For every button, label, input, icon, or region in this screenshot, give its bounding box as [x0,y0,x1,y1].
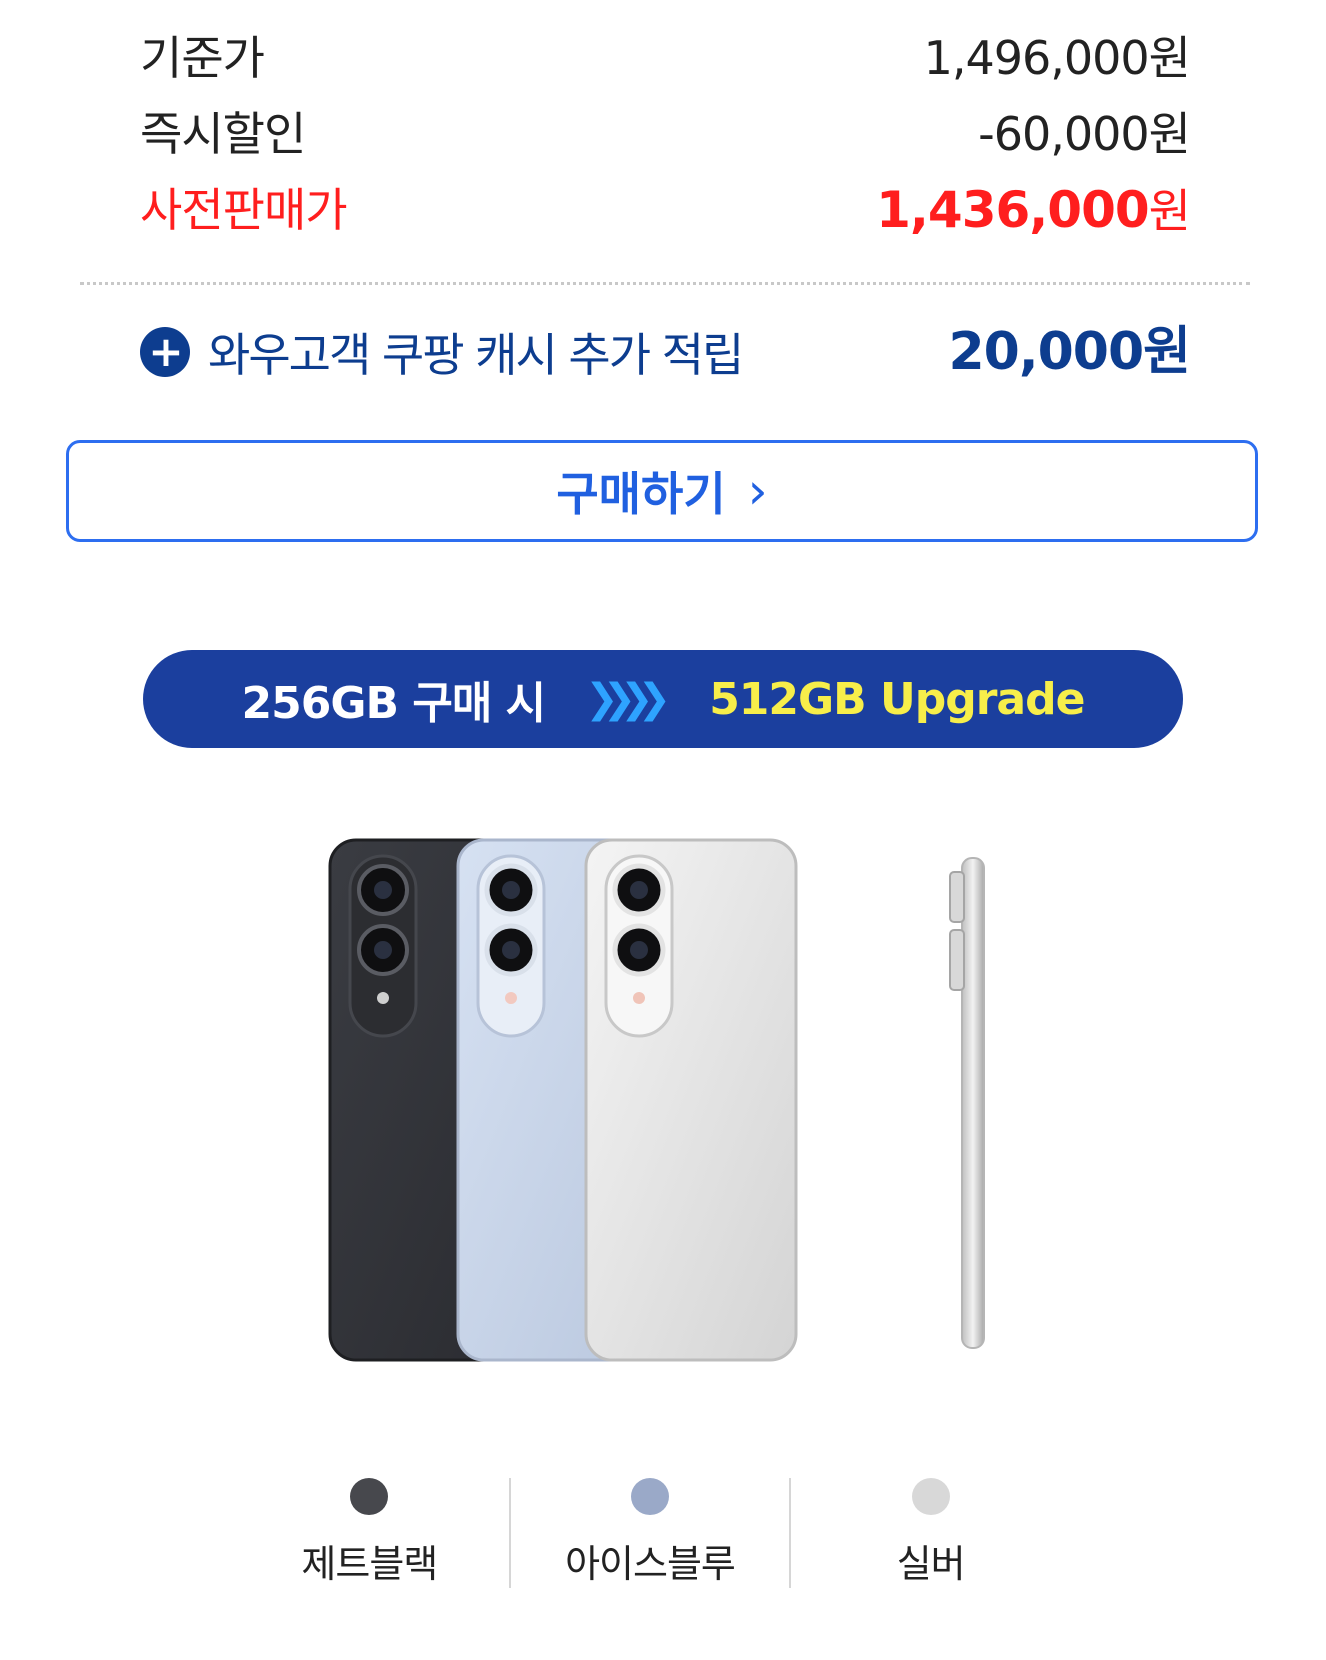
base-price-value: 1,496,000원 [923,31,1191,85]
arrows-icon: ❯❯❯❯ [585,676,671,722]
buy-button[interactable]: 구매하기 › [66,440,1258,542]
chevron-right-icon: › [747,462,768,520]
color-option-silver[interactable]: 실버 [789,1478,1070,1588]
presale-price-value: 1,436,000원 [876,184,1191,238]
buy-button-label: 구매하기 [556,467,726,521]
color-dot-jet-black [350,1478,389,1515]
product-image [328,838,985,1362]
cashback-label: 와우고객 쿠팡 캐시 추가 적립 [208,328,744,382]
presale-price-currency: 원 [1148,184,1191,238]
dotted-divider [80,282,1250,285]
discount-label: 즉시할인 [140,107,306,161]
color-name-silver: 실버 [896,1542,966,1586]
color-option-ice-blue[interactable]: 아이스블루 [508,1478,790,1588]
base-price-row: 기준가 1,496,000원 [140,20,1191,96]
upgrade-banner-right: 512GB Upgrade [709,673,1085,725]
color-dot-silver [911,1478,950,1515]
discount-value: -60,000원 [978,107,1191,161]
phone-side-view [949,857,985,1349]
cashback-label-group: + 와우고객 쿠팡 캐시 추가 적립 [140,319,744,385]
presale-price-row: 사전판매가 1,436,000원 [140,172,1191,248]
presale-price-label: 사전판매가 [140,183,348,237]
color-dot-ice-blue [631,1478,669,1515]
color-option-jet-black[interactable]: 제트블랙 [230,1478,509,1588]
upgrade-banner: 256GB 구매 시 ❯❯❯❯ 512GB Upgrade [143,650,1183,748]
color-options: 제트블랙 아이스블루 실버 [230,1478,1070,1588]
upgrade-banner-left: 256GB 구매 시 [241,678,547,729]
presale-price-amount: 1,436,000 [876,181,1150,239]
phone-silver [584,838,798,1362]
discount-row: 즉시할인 -60,000원 [140,96,1191,172]
plus-circle-icon: + [140,327,190,377]
color-name-ice-blue: 아이스블루 [565,1542,736,1586]
base-price-label: 기준가 [140,31,265,85]
cashback-row: + 와우고객 쿠팡 캐시 추가 적립 20,000원 [140,312,1191,392]
color-name-jet-black: 제트블랙 [301,1542,438,1586]
cashback-value: 20,000원 [948,321,1191,382]
